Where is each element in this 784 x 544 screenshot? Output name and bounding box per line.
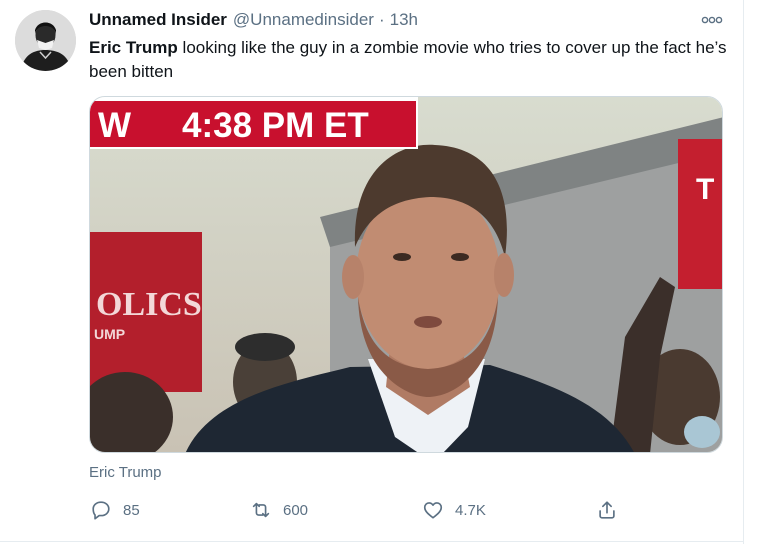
tweet-timestamp[interactable]: 13h <box>390 10 418 30</box>
avatar[interactable] <box>15 10 76 71</box>
tweet-actions: 85 600 4.7K <box>88 497 648 523</box>
header-separator: · <box>378 10 385 29</box>
media-caption[interactable]: Eric Trump <box>89 464 162 481</box>
tweet-text: Eric Trump looking like the guy in a zom… <box>89 36 729 84</box>
left-sign-subtext: UMP <box>94 326 125 342</box>
retweet-icon <box>248 497 274 523</box>
retweet-button[interactable]: 600 <box>248 497 308 523</box>
share-icon <box>594 497 620 523</box>
like-button[interactable]: 4.7K <box>420 497 486 523</box>
tweet-bottom-divider <box>0 541 743 542</box>
author-handle[interactable]: @Unnamedinsider <box>233 10 374 30</box>
banner-time: 4:38 PM ET <box>182 106 369 145</box>
right-sign-text: T <box>696 173 714 206</box>
reply-icon <box>88 497 114 523</box>
mentioned-name: Eric Trump <box>89 38 178 57</box>
more-options-icon <box>701 16 723 24</box>
author-name[interactable]: Unnamed Insider <box>89 10 227 30</box>
banner-prefix: W <box>98 106 131 145</box>
reply-button[interactable]: 85 <box>88 497 140 523</box>
more-options-button[interactable] <box>698 9 726 31</box>
reply-count: 85 <box>123 501 140 519</box>
avatar-image <box>15 10 76 71</box>
tweet-media[interactable]: OLICS UMP T W 4:38 PM ET <box>89 96 723 453</box>
like-count: 4.7K <box>455 501 486 519</box>
share-button[interactable] <box>594 497 620 523</box>
video-frame: OLICS UMP T W 4:38 PM ET <box>90 97 722 452</box>
timeline-right-divider <box>743 0 744 544</box>
tweet-body: looking like the guy in a zombie movie w… <box>89 38 727 81</box>
right-campaign-sign <box>678 139 722 289</box>
retweet-count: 600 <box>283 501 309 519</box>
tweet-header: Unnamed Insider @Unnamedinsider · 13h <box>89 9 418 31</box>
heart-icon <box>420 497 446 523</box>
left-sign-text: OLICS <box>96 286 202 323</box>
